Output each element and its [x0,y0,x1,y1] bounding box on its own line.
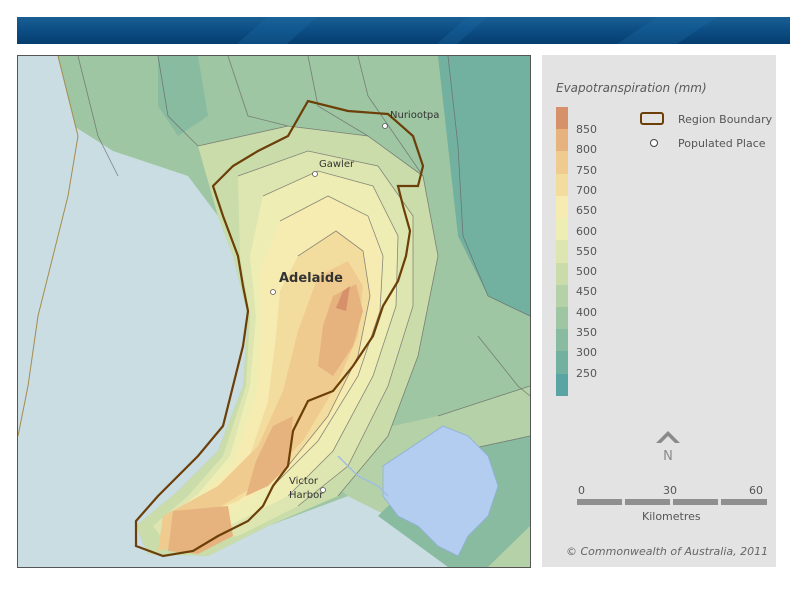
scalebar-tick-30: 30 [663,484,677,497]
place-marker-nuriootpa [382,123,388,129]
scale-label-350: 350 [576,326,597,339]
scale-swatch-450 [556,284,568,307]
scale-label-300: 300 [576,346,597,360]
legend-populated-place: Populated Place [678,137,766,150]
scale-label-700: 700 [576,183,597,197]
header-banner [17,17,790,44]
evapotranspiration-map: Nuriootpa Gawler Adelaide Victor Harbor [18,56,530,567]
color-scale [556,107,568,396]
north-arrow: N [654,427,682,467]
scale-label-600: 600 [576,224,597,238]
scale-swatch-750 [556,151,568,174]
scale-label-800: 800 [576,143,597,157]
place-label-adelaide: Adelaide [279,271,343,286]
place-label-nuriootpa: Nuriootpa [390,110,439,121]
scalebar-unit: Kilometres [642,510,701,523]
place-marker-gawler [312,171,318,177]
banner-decoration [237,17,717,44]
scalebar-tick-0: 0 [578,484,585,497]
copyright-notice: © Commonwealth of Australia, 2011 [566,545,769,558]
scale-label-850: 850 [576,123,597,136]
scale-swatch-250 [556,373,568,396]
scale-label-650: 650 [576,204,597,218]
scale-swatch-400 [556,306,568,330]
place-label-gawler: Gawler [319,159,355,170]
scale-label-250: 250 [576,366,597,380]
scale-label-450: 450 [576,285,597,299]
scale-swatch-700 [556,173,568,196]
populated-place-symbol [650,139,658,147]
legend-panel: Evapotranspiration (mm) 850 800 750 700 650 6… [542,55,776,567]
place-marker-adelaide [270,289,276,295]
place-label-victor: Victor [289,476,319,487]
scale-swatch-600 [556,218,568,241]
region-boundary-symbol [640,112,664,125]
place-label-harbor: Harbor [289,490,324,501]
scale-swatch-850 [556,107,568,130]
legend-region-boundary: Region Boundary [678,113,773,126]
scale-label-400: 400 [576,305,597,319]
scale-swatch-300 [556,351,568,374]
scale-label-500: 500 [576,265,597,279]
north-label: N [663,449,673,464]
scalebar [577,499,767,505]
scale-label-750: 750 [576,163,597,177]
scale-swatch-500 [556,262,568,285]
scalebar-tick-60: 60 [749,484,763,497]
scale-swatch-350 [556,329,568,352]
legend-title: Evapotranspiration (mm) [556,81,707,95]
scale-swatch-650 [556,195,568,219]
north-arrow-icon [656,431,680,443]
scale-label-550: 550 [576,244,597,258]
scale-swatch-550 [556,240,568,263]
map-view[interactable]: Nuriootpa Gawler Adelaide Victor Harbor [17,55,531,568]
scale-swatch-800 [556,129,568,152]
